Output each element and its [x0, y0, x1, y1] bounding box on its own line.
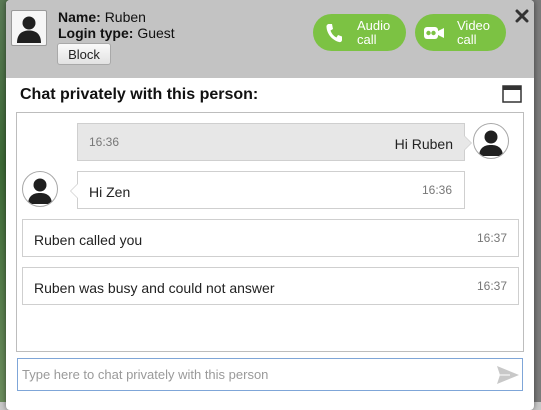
message-text: Ruben was busy and could not answer [34, 280, 275, 296]
user-info: Name: Ruben Login type: Guest [58, 9, 175, 41]
chat-input[interactable] [22, 359, 482, 390]
message-text: Ruben called you [34, 232, 143, 248]
message-time: 16:37 [476, 279, 507, 293]
message-bubble-outgoing: 16:36 Hi Ruben [77, 123, 472, 161]
user-silhouette-icon [28, 178, 52, 204]
phone-icon [323, 22, 345, 44]
message-bubble-incoming: Hi Zen 16:36 [70, 171, 465, 209]
name-row: Name: Ruben [58, 9, 175, 25]
contact-avatar [22, 171, 58, 207]
send-button[interactable] [496, 364, 520, 386]
login-type-value: Guest [137, 25, 175, 41]
send-icon [497, 366, 519, 384]
popout-window-icon [502, 85, 522, 103]
video-camera-icon [423, 22, 445, 44]
message-time: 16:37 [476, 231, 507, 245]
name-label: Name: [58, 9, 101, 25]
message-text: Hi Ruben [394, 136, 453, 152]
message-time: 16:36 [89, 135, 120, 149]
chat-composer [17, 358, 523, 391]
audio-call-label: Audio call [357, 17, 391, 47]
chat-title: Chat privately with this person: [20, 86, 259, 103]
popout-window-button[interactable] [502, 85, 522, 103]
audio-call-button[interactable]: Audio call [313, 14, 406, 51]
system-message: Ruben called you 16:37 [22, 219, 519, 257]
login-type-row: Login type: Guest [58, 25, 175, 41]
close-icon [515, 9, 529, 23]
message-list[interactable]: 16:36 Hi Ruben Hi Zen 16:36 Ruben called… [16, 112, 524, 352]
name-value: Ruben [104, 9, 146, 25]
user-avatar [11, 10, 47, 46]
login-type-label: Login type: [58, 25, 134, 41]
private-chat-dialog: Name: Ruben Login type: Guest Block Audi… [6, 0, 534, 410]
system-message: Ruben was busy and could not answer 16:3… [22, 267, 519, 305]
user-silhouette-icon [17, 16, 41, 43]
message-time: 16:36 [421, 183, 452, 197]
video-call-button[interactable]: Video call [415, 14, 506, 51]
block-button[interactable]: Block [57, 43, 111, 65]
self-avatar [473, 123, 509, 159]
message-text: Hi Zen [89, 184, 131, 200]
user-silhouette-icon [479, 130, 503, 156]
video-call-label: Video call [457, 17, 491, 47]
dialog-header: Name: Ruben Login type: Guest Block Audi… [6, 0, 534, 78]
close-button[interactable] [512, 6, 532, 26]
